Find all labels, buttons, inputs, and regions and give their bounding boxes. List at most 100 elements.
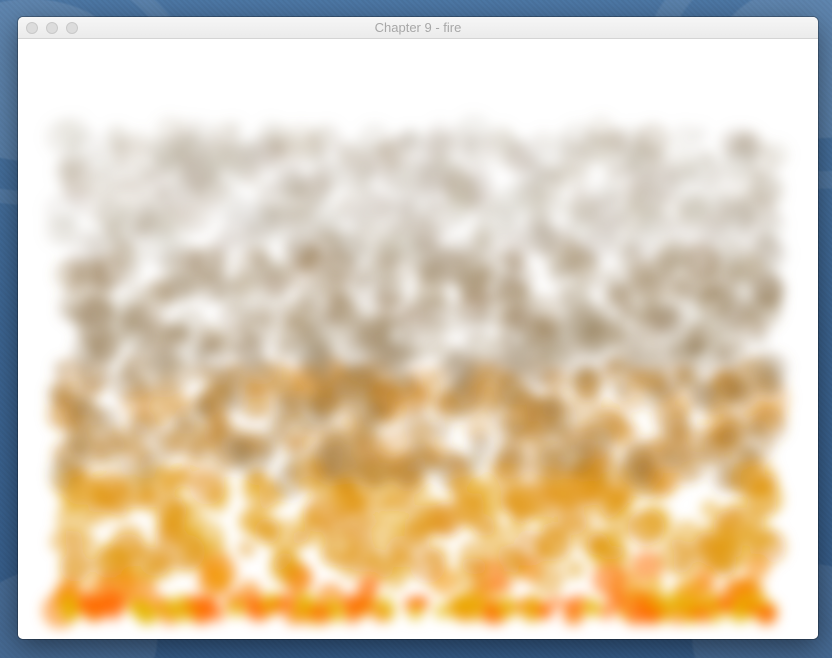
fire-particle [321, 511, 352, 543]
fire-particle [307, 169, 335, 196]
fire-particle [746, 355, 773, 382]
fire-particle [80, 186, 118, 224]
fire-particle [728, 131, 753, 156]
fire-particle [449, 265, 475, 291]
fire-particle [635, 122, 671, 158]
fire-particle [751, 272, 786, 306]
fire-particle [153, 464, 181, 493]
fire-ember [582, 599, 599, 615]
fire-particle [205, 491, 229, 515]
fire-particle [559, 122, 597, 160]
fire-particle [762, 141, 790, 169]
fire-particle [218, 147, 245, 173]
fire-particle [580, 227, 617, 264]
fire-particle [595, 529, 627, 561]
fire-ember [226, 598, 246, 618]
fire-particle [377, 135, 415, 172]
fire-ember [755, 603, 778, 626]
fire-particle [492, 281, 530, 319]
fire-particle [252, 137, 287, 172]
fire-particle [661, 302, 687, 327]
fire-particle [237, 539, 256, 559]
fire-particle [471, 224, 495, 247]
fire-particle [530, 147, 568, 185]
fire-particle [630, 223, 656, 250]
fire-particle [539, 447, 559, 467]
fire-particle [325, 301, 359, 335]
fire-particle [206, 565, 231, 589]
fire-particle [375, 223, 406, 254]
fire-particle [249, 362, 281, 394]
fire-particle [541, 334, 574, 367]
fire-particle [308, 480, 328, 500]
fire-ember [624, 601, 649, 626]
fire-ember [58, 591, 79, 612]
fire-particle [285, 434, 305, 454]
fire-particle [410, 548, 446, 584]
fire-particle [534, 311, 562, 339]
fire-particle [543, 400, 577, 435]
fire-particle [581, 363, 601, 383]
fire-particle [512, 348, 536, 372]
fire-particle [404, 384, 431, 411]
fire-ember [290, 608, 303, 622]
fire-particle [699, 282, 735, 318]
fire-particle [449, 492, 482, 525]
fire-particle [480, 390, 504, 414]
fire-ember [128, 600, 142, 614]
fire-particle [96, 274, 118, 296]
fire-particle [712, 192, 733, 213]
fire-particle [111, 241, 140, 270]
fire-particle [716, 373, 744, 401]
fire-particle [87, 424, 123, 459]
fire-ember [495, 596, 519, 620]
fire-particle [723, 212, 751, 240]
fire-particle [170, 392, 194, 417]
window-titlebar[interactable]: Chapter 9 - fire [18, 17, 818, 39]
fire-particle [461, 136, 483, 158]
fire-particle [212, 277, 236, 301]
fire-particle [356, 434, 389, 466]
fire-particle [269, 552, 303, 586]
fire-particle [571, 273, 594, 295]
fire-ember [648, 605, 664, 621]
fire-particle [739, 459, 778, 498]
fire-particle [363, 338, 394, 369]
fire-particle [68, 128, 102, 163]
fire-particle [595, 193, 632, 230]
fire-particle [671, 278, 694, 301]
fire-particle [336, 143, 367, 173]
fire-particle [117, 305, 147, 335]
fire-particle [338, 196, 363, 221]
fire-particle [225, 394, 243, 413]
fire-particle [448, 376, 469, 397]
fire-particle [296, 510, 318, 532]
fire-particle [508, 144, 531, 167]
fire-particle [506, 517, 527, 538]
fire-particle [536, 221, 561, 246]
fire-particle [196, 342, 229, 374]
fire-particle [558, 498, 590, 530]
fire-particle [600, 357, 620, 378]
fire-particle [422, 129, 453, 161]
fire-particle [749, 167, 768, 187]
fire-particle [179, 199, 215, 235]
fire-particle [652, 396, 689, 433]
fire-particle [64, 415, 90, 442]
fire-particle [144, 317, 174, 347]
fire-particle [91, 337, 120, 366]
fire-particle [648, 461, 679, 493]
fire-particle [617, 452, 652, 487]
fire-particle [81, 295, 116, 330]
fire-particle [270, 260, 294, 283]
fire-particle [337, 548, 369, 580]
fire-ember [79, 593, 98, 612]
fire-particle [232, 298, 256, 322]
render-viewport[interactable] [18, 39, 818, 639]
fire-particle [286, 313, 314, 340]
fire-particle [433, 247, 452, 266]
fire-particle [363, 381, 399, 417]
fire-particle [60, 552, 90, 583]
fire-particle [626, 368, 650, 392]
fire-ember [343, 596, 366, 619]
